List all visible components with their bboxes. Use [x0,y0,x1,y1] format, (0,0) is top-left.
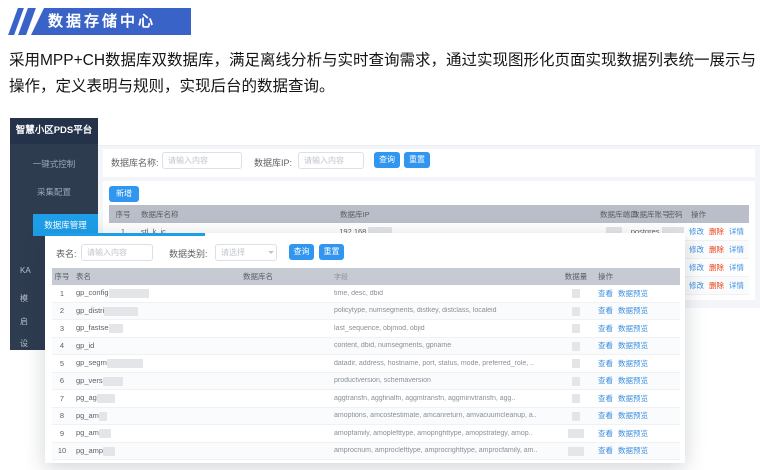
data-preview-link[interactable]: 数据预览 [618,429,648,438]
app-topbar [98,118,760,146]
sidebar-item-partial[interactable]: 启 [20,316,28,327]
view-link[interactable]: 查看 [598,289,613,298]
table-row: 10 pg_amp amprocnum, amproclefttype, amp… [52,443,680,461]
sidebar-item-collect-config[interactable]: 采集配置 [10,178,98,206]
detail-link[interactable]: 详情 [729,227,744,236]
sidebar-item-partial[interactable]: KA [20,266,31,275]
view-link[interactable]: 查看 [598,376,613,385]
dialog-reset-button[interactable]: 重置 [319,244,344,260]
data-preview-link[interactable]: 数据预览 [618,289,648,298]
delete-link[interactable]: 删除 [709,245,724,254]
view-link[interactable]: 查看 [598,446,613,455]
table-row: 4 gp_id content, dbid, numsegments, gpna… [52,338,680,356]
db-ip-label: 数据库IP: [254,156,292,169]
intro-paragraph: 采用MPP+CH数据库双数据库，满足离线分析与实时查询需求，通过实现图形化页面实… [9,48,757,100]
table-row: 8 pg_am amoptions, amcostestimate, amcan… [52,408,680,426]
db-name-label: 数据库名称: [111,156,159,169]
redacted-value [572,359,580,368]
redacted-value [572,394,580,403]
redacted-text [107,359,143,368]
redacted-text [103,447,115,456]
redacted-value [572,324,580,333]
data-preview-link[interactable]: 数据预览 [618,306,648,315]
table-list: 序号 表名 数据库名 字段 数据量 操作 1 gp_config time, d… [52,268,680,460]
data-preview-link[interactable]: 数据预览 [618,376,648,385]
view-link[interactable]: 查看 [598,359,613,368]
view-link[interactable]: 查看 [598,411,613,420]
data-preview-link[interactable]: 数据预览 [618,411,648,420]
view-link[interactable]: 查看 [598,394,613,403]
delete-link[interactable]: 删除 [709,281,724,290]
redacted-text [109,324,123,333]
view-link[interactable]: 查看 [598,306,613,315]
sidebar-item-partial[interactable]: 设 [20,338,28,349]
view-link[interactable]: 查看 [598,341,613,350]
redacted-text [104,307,138,316]
page-title: 数据存储中心 [31,8,191,35]
sidebar-app-title: 智慧小区PDS平台 [10,118,98,144]
redacted-text [99,429,111,438]
section-banner: 数据存储中心 [31,8,191,35]
data-preview-link[interactable]: 数据预览 [618,394,648,403]
data-preview-link[interactable]: 数据预览 [618,324,648,333]
redacted-value [572,412,580,421]
add-button[interactable]: 新增 [109,186,139,202]
db-ip-input[interactable]: 请输入内容 [298,152,364,169]
delete-link[interactable]: 删除 [709,263,724,272]
delete-link[interactable]: 删除 [709,227,724,236]
table-header-row: 序号 数据库名称 数据库IP 数据库端口 数据库账号 密码 操作 [109,205,749,223]
redacted-value [568,447,584,456]
redacted-value [572,289,580,298]
dialog-accent-bar [45,233,205,236]
edit-link[interactable]: 修改 [689,263,704,272]
table-row: 7 pg_ag aggtransfn, aggfinalfn, aggmtran… [52,390,680,408]
dialog-search-button[interactable]: 查询 [289,244,314,260]
sidebar-item-partial[interactable]: 模 [20,293,28,304]
edit-link[interactable]: 修改 [689,227,704,236]
redacted-value [572,342,580,351]
view-link[interactable]: 查看 [598,429,613,438]
redacted-value [568,429,584,438]
table-name-input[interactable]: 请输入内容 [81,244,153,261]
redacted-text [109,289,149,298]
table-name-label: 表名: [56,247,77,260]
page: 数据存储中心 采用MPP+CH数据库双数据库，满足离线分析与实时查询需求，通过实… [0,0,760,470]
table-header-row: 序号 表名 数据库名 字段 数据量 操作 [52,268,680,285]
data-preview-link[interactable]: 数据预览 [618,359,648,368]
edit-link[interactable]: 修改 [689,281,704,290]
detail-link[interactable]: 详情 [729,245,744,254]
detail-link[interactable]: 详情 [729,263,744,272]
data-category-label: 数据类别: [169,247,208,260]
view-link[interactable]: 查看 [598,324,613,333]
edit-link[interactable]: 修改 [689,245,704,254]
table-row: 5 gp_segm datadir, address, hostname, po… [52,355,680,373]
redacted-text [99,412,107,421]
table-row: 6 gp_vers productversion, schemaversion … [52,373,680,391]
data-preview-link[interactable]: 数据预览 [618,446,648,455]
chevron-down-icon [268,251,274,254]
detail-link[interactable]: 详情 [729,281,744,290]
table-row: 3 gp_fastse last_sequence, objmod, objid… [52,320,680,338]
table-row: 9 pg_am amopfamily, amoplefttype, amopri… [52,425,680,443]
data-preview-link[interactable]: 数据预览 [618,341,648,350]
redacted-text [97,394,115,403]
table-list-dialog: 表名: 请输入内容 数据类别: 请选择 查询 重置 序号 表名 数据库名 字段 … [45,233,685,463]
db-name-input[interactable]: 请输入内容 [162,152,242,169]
reset-button[interactable]: 重置 [404,152,430,168]
search-button[interactable]: 查询 [374,152,400,168]
sidebar-item-one-key-control[interactable]: 一键式控制 [10,150,98,178]
table-row: 1 gp_config time, desc, dbid 查看数据预览 [52,285,680,303]
redacted-value [572,307,580,316]
redacted-text [103,377,123,386]
redacted-value [572,377,580,386]
table-row: 2 gp_distri policytype, numsegments, dis… [52,303,680,321]
